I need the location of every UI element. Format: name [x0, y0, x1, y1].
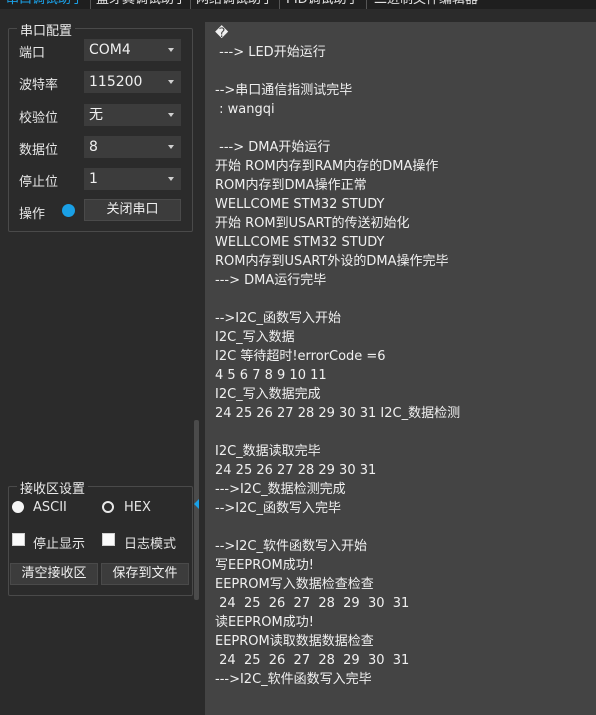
databits-label: 数据位	[19, 143, 59, 158]
tab-network-assistant[interactable]: 网络调试助手	[196, 0, 276, 9]
receive-line: --->I2C_数据检测完成	[215, 482, 346, 497]
receive-line: ROM内存到DMA操作正常	[215, 178, 367, 193]
receive-line: 开始 ROM内存到RAM内存的DMA操作	[215, 159, 439, 174]
port-select[interactable]: COM4	[84, 39, 181, 61]
receive-line	[215, 518, 596, 537]
tab-separator	[190, 0, 191, 9]
receive-line: EEPROM写入数据检查检查	[215, 577, 374, 592]
log-mode-checkbox[interactable]	[102, 533, 115, 546]
stopbits-value: 1	[89, 171, 98, 187]
receive-line: 开始 ROM到USART的传送初始化	[215, 216, 410, 231]
receive-line: -->I2C_函数写入开始	[215, 311, 341, 326]
tab-bluetooth-assistant[interactable]: 蓝牙其调试助手	[96, 0, 188, 9]
receive-line: ROM内存到USART外设的DMA操作完毕	[215, 254, 449, 269]
databits-value: 8	[89, 139, 98, 155]
receive-line: I2C_数据读取完毕	[215, 444, 321, 459]
stopbits-label: 停止位	[19, 175, 59, 190]
receive-text-area[interactable]: � ---> LED开始运行 -->串口通信指测试完毕 : wangqi --->…	[205, 22, 596, 715]
receive-line: -->I2C_软件函数写入开始	[215, 539, 367, 554]
ascii-radio[interactable]	[12, 501, 24, 513]
splitter-arrow-icon[interactable]	[194, 499, 199, 509]
receive-line: 写EEPROM成功!	[215, 558, 314, 573]
receive-line: 4 5 6 7 8 9 10 11	[215, 368, 327, 383]
receive-line: 24 25 26 27 28 29 30 31 I2C_数据检测	[215, 406, 461, 421]
receive-line	[215, 290, 596, 309]
left-pane-scrollbar[interactable]	[194, 420, 199, 600]
hex-label: HEX	[124, 500, 151, 515]
receive-line: 24 25 26 27 28 29 30 31	[215, 463, 377, 478]
receive-line: ---> DMA开始运行	[215, 140, 331, 155]
receive-line: 24 25 26 27 28 29 30 31	[215, 596, 410, 611]
tab-strip: 串口调试助手 蓝牙其调试助手 网络调试助手 PID调试助手 二进制文件编辑器	[0, 0, 596, 9]
receive-line: ---> DMA运行完毕	[215, 273, 327, 288]
stop-display-checkbox[interactable]	[12, 533, 25, 546]
receive-line: : wangqi	[215, 102, 275, 117]
receive-line: I2C 等待超时!errorCode =6	[215, 349, 386, 364]
tab-separator	[279, 0, 280, 9]
baud-value: 115200	[89, 74, 143, 90]
tab-binary-editor[interactable]: 二进制文件编辑器	[374, 0, 484, 9]
tab-separator	[366, 0, 367, 9]
receive-line: WELLCOME STM32 STUDY	[215, 197, 385, 212]
receive-line: �	[215, 26, 229, 41]
receive-line: I2C_写入数据	[215, 330, 295, 345]
parity-label: 校验位	[19, 111, 59, 126]
receive-line: -->串口通信指测试完毕	[215, 83, 353, 98]
receive-line: 读EEPROM成功!	[215, 615, 314, 630]
receive-line: I2C_写入数据完成	[215, 387, 321, 402]
ascii-label: ASCII	[33, 500, 67, 515]
stopbits-select[interactable]: 1	[84, 168, 181, 190]
tab-pid-assistant[interactable]: PID调试助手	[286, 0, 362, 9]
parity-select[interactable]: 无	[84, 104, 181, 126]
port-value: COM4	[89, 42, 131, 58]
baud-select[interactable]: 115200	[84, 71, 181, 93]
serial-config-title: 串口配置	[17, 20, 76, 39]
tab-separator	[90, 0, 91, 9]
parity-value: 无	[89, 107, 103, 123]
receive-line: WELLCOME STM32 STUDY	[215, 235, 385, 250]
chevron-down-icon	[168, 145, 174, 149]
close-port-button[interactable]: 关闭串口	[84, 199, 181, 221]
chevron-down-icon	[168, 80, 174, 84]
receive-line	[215, 62, 596, 81]
tab-serial-assistant[interactable]: 串口调试助手	[6, 0, 88, 9]
stop-display-label: 停止显示	[33, 537, 86, 552]
log-mode-label: 日志模式	[124, 537, 177, 552]
port-label: 端口	[19, 46, 46, 61]
clear-receive-button[interactable]: 清空接收区	[10, 563, 98, 585]
receive-settings-title: 接收区设置	[17, 478, 89, 497]
chevron-down-icon	[168, 113, 174, 117]
receive-line: EEPROM读取数据数据检查	[215, 634, 374, 649]
operation-label: 操作	[19, 207, 46, 222]
receive-line	[215, 423, 596, 442]
chevron-down-icon	[168, 48, 174, 52]
receive-line: --->I2C_软件函数写入完毕	[215, 672, 372, 687]
receive-line: 24 25 26 27 28 29 30 31	[215, 653, 410, 668]
receive-line: -->I2C_函数写入完毕	[215, 501, 341, 516]
chevron-down-icon	[168, 177, 174, 181]
save-to-file-button[interactable]: 保存到文件	[101, 563, 189, 585]
baud-label: 波特率	[19, 78, 59, 93]
hex-radio[interactable]	[102, 501, 114, 513]
status-led-icon	[62, 204, 75, 217]
receive-line: ---> LED开始运行	[215, 45, 326, 60]
databits-select[interactable]: 8	[84, 136, 181, 158]
receive-line	[215, 119, 596, 138]
